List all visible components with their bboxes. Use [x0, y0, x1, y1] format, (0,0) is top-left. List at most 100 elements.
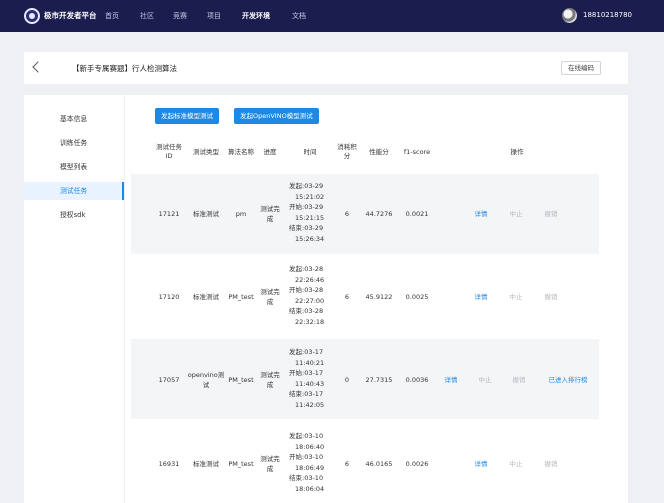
cell-id: 17121 — [158, 210, 180, 218]
cell-progress: 测试完 成 — [257, 204, 283, 224]
revoke-button[interactable]: 撤销 — [540, 209, 562, 219]
col-perf-header: 性能分 — [369, 148, 389, 156]
cell-algo: PM_test — [228, 460, 254, 468]
revoke-button[interactable]: 撤销 — [540, 459, 562, 469]
nav-item-projects[interactable]: 项目 — [207, 11, 221, 21]
cell-f1: 0.0025 — [405, 293, 429, 301]
col-type-header: 测试类型 — [193, 148, 219, 156]
time-begin-label: 开始:03-29 — [289, 203, 324, 211]
cell-id: 16931 — [158, 460, 180, 468]
cell-perf: 27.7315 — [365, 376, 393, 384]
nav-item-dev-env[interactable]: 开发环境 — [242, 11, 270, 21]
cell-progress-line1: 测试完 — [260, 455, 280, 463]
time-end-value: 15:26:34 — [295, 234, 325, 243]
col-f1-header: f1-score — [403, 148, 431, 156]
detail-link[interactable]: 详情 — [470, 292, 492, 302]
cell-progress-line1: 测试完 — [260, 371, 280, 379]
time-start-value: 15:21:02 — [295, 192, 325, 201]
page-title: 【新手专属赛题】行人检测算法 — [72, 64, 177, 73]
sidebar-item-basic-info[interactable]: 基本信息 — [24, 110, 124, 128]
time-start-label: 发起:03-28 — [289, 265, 324, 273]
detail-link[interactable]: 详情 — [440, 375, 462, 385]
sidebar-item-test-tasks[interactable]: 测试任务 — [24, 182, 124, 200]
cell-progress-line2: 成 — [266, 465, 274, 473]
col-id-header: 测试任务 ID — [154, 143, 184, 161]
time-begin-label: 开始:03-10 — [289, 453, 324, 461]
cell-type-line1: openvino测 — [187, 371, 225, 379]
revoke-button[interactable]: 撤销 — [508, 375, 530, 385]
time-end-label: 结束:03-17 — [289, 390, 324, 398]
cell-f1: 0.0036 — [405, 376, 429, 384]
revoke-button[interactable]: 撤销 — [540, 292, 562, 302]
time-start-label: 发起:03-17 — [289, 348, 324, 356]
col-ops-header: 操作 — [510, 148, 524, 156]
sidebar-item-sdk[interactable]: 授权sdk — [24, 206, 124, 224]
nav-item-docs[interactable]: 文档 — [292, 11, 306, 21]
cell-type: openvino测 试 — [184, 370, 228, 390]
cell-f1: 0.0026 — [405, 460, 429, 468]
cell-perf: 45.9122 — [365, 293, 393, 301]
cell-perf: 46.0165 — [365, 460, 393, 468]
col-time-header: 时间 — [303, 148, 317, 156]
time-begin-value: 22:27:00 — [295, 296, 325, 305]
time-begin-value: 18:06:49 — [295, 463, 325, 472]
cell-score: 6 — [344, 460, 350, 468]
cell-algo: PM_test — [228, 376, 254, 384]
time-begin-value: 11:40:43 — [295, 379, 325, 388]
time-begin-label: 开始:03-28 — [289, 286, 324, 294]
nav-item-competition[interactable]: 竞赛 — [173, 11, 187, 21]
time-end-label: 结束:03-28 — [289, 307, 324, 315]
col-score-header-line1: 消耗积 — [337, 143, 357, 151]
cell-time: 发起:03-17 11:40:21 开始:03-17 11:40:43 结束:0… — [289, 347, 333, 410]
cell-type: 标准测试 — [193, 293, 219, 301]
time-start-label: 发起:03-29 — [289, 182, 324, 190]
cell-type: 标准测试 — [193, 460, 219, 468]
nav-item-community[interactable]: 社区 — [140, 11, 154, 21]
user-phone[interactable]: 18810218780 — [583, 11, 632, 19]
stop-button[interactable]: 中止 — [505, 459, 527, 469]
time-end-value: 11:42:05 — [295, 400, 325, 409]
cell-progress-line2: 成 — [266, 298, 274, 306]
time-start-value: 11:40:21 — [295, 358, 325, 367]
stop-button[interactable]: 中止 — [505, 292, 527, 302]
cell-progress-line2: 成 — [266, 215, 274, 223]
cell-progress: 测试完 成 — [257, 454, 283, 474]
time-begin-value: 15:21:15 — [295, 213, 325, 222]
stop-button[interactable]: 中止 — [474, 375, 496, 385]
time-start-value: 22:26:46 — [295, 275, 325, 284]
detail-link[interactable]: 详情 — [470, 209, 492, 219]
cell-progress: 测试完 成 — [257, 370, 283, 390]
time-end-value: 22:32:18 — [295, 317, 325, 326]
cell-time: 发起:03-28 22:26:46 开始:03-28 22:27:00 结束:0… — [289, 264, 333, 327]
cell-progress: 测试完 成 — [257, 287, 283, 307]
avatar[interactable] — [562, 8, 577, 23]
col-algo-header: 算法名称 — [228, 148, 254, 156]
sidebar-item-training[interactable]: 训练任务 — [24, 134, 124, 152]
time-start-value: 18:06:40 — [295, 442, 325, 451]
col-score-header-line2: 分 — [343, 152, 351, 160]
detail-link[interactable]: 详情 — [470, 459, 492, 469]
leaderboard-link[interactable]: 已进入排行榜 — [543, 375, 593, 385]
col-id-header-line1: 测试任务 — [156, 143, 182, 151]
cell-algo: pm — [235, 210, 247, 218]
online-code-button[interactable]: 在线编码 — [561, 61, 601, 75]
start-openvino-test-button[interactable]: 发起OpenVINO模型测试 — [234, 108, 319, 124]
cell-time: 发起:03-29 15:21:02 开始:03-29 15:21:15 结束:0… — [289, 181, 333, 244]
stop-button[interactable]: 中止 — [505, 209, 527, 219]
cell-score: 6 — [344, 293, 350, 301]
time-start-label: 发起:03-10 — [289, 432, 324, 440]
nav-item-home[interactable]: 首页 — [105, 11, 119, 21]
cell-time: 发起:03-10 18:06:40 开始:03-10 18:06:49 结束:0… — [289, 431, 333, 494]
time-end-label: 结束:03-29 — [289, 224, 324, 232]
cell-perf: 44.7276 — [365, 210, 393, 218]
brand-name[interactable]: 极市开发者平台 — [44, 10, 97, 21]
cell-type: 标准测试 — [193, 210, 219, 218]
cell-f1: 0.0021 — [405, 210, 429, 218]
sidebar-divider — [124, 95, 125, 503]
back-arrow-icon[interactable] — [32, 61, 44, 73]
time-end-value: 18:06:04 — [295, 484, 325, 493]
sidebar-item-models[interactable]: 模型列表 — [24, 158, 124, 176]
cell-algo: PM_test — [228, 293, 254, 301]
start-standard-test-button[interactable]: 发起标准模型测试 — [155, 108, 219, 124]
platform-logo-icon[interactable] — [24, 8, 40, 24]
